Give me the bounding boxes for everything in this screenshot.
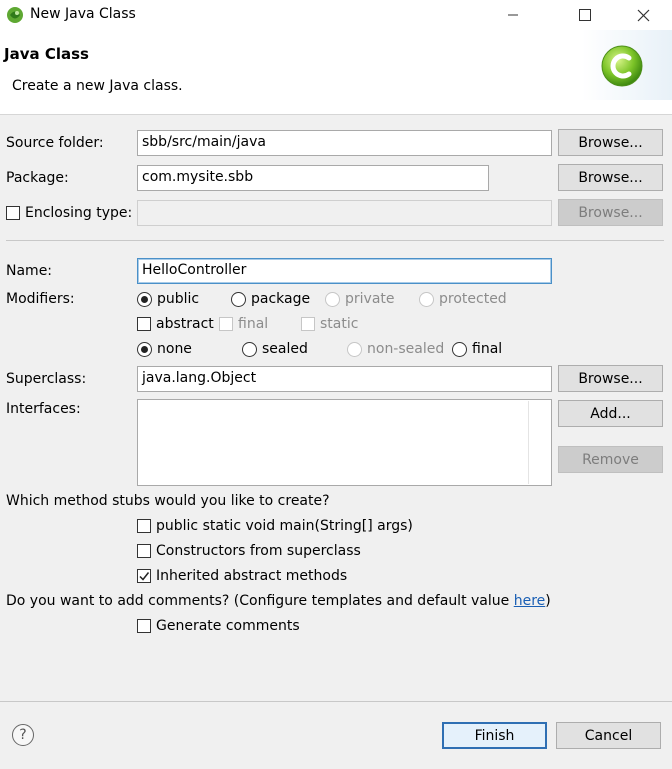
- source-folder-label: Source folder:: [6, 135, 104, 151]
- generate-comments-checkbox[interactable]: Generate comments: [137, 618, 300, 634]
- comments-question-close: ): [545, 593, 551, 609]
- checkbox-label: public static void main(String[] args): [156, 518, 413, 534]
- close-icon[interactable]: [620, 0, 666, 30]
- radio-label: private: [345, 291, 395, 307]
- modifier-abstract-checkbox[interactable]: abstract: [137, 316, 214, 332]
- modifier-static-checkbox: static: [301, 316, 358, 332]
- configure-templates-link[interactable]: here: [514, 593, 546, 609]
- stub-main-checkbox[interactable]: public static void main(String[] args): [137, 518, 413, 534]
- name-field[interactable]: HelloController: [137, 258, 552, 284]
- checkbox-box: [301, 317, 315, 331]
- radio-indicator: [325, 291, 340, 307]
- minimize-icon[interactable]: [490, 0, 536, 30]
- checkbox-box[interactable]: [137, 619, 151, 633]
- checkbox-box[interactable]: [137, 519, 151, 533]
- checkbox-label: Constructors from superclass: [156, 543, 361, 559]
- modifier-protected-radio: protected: [419, 291, 507, 307]
- radio-label: sealed: [262, 341, 308, 357]
- modifier-private-radio: private: [325, 291, 395, 307]
- package-field[interactable]: com.mysite.sbb: [137, 165, 489, 191]
- radio-label: public: [157, 291, 200, 307]
- eclipse-app-icon: [7, 7, 23, 23]
- superclass-label: Superclass:: [6, 371, 87, 387]
- sealing-final-radio[interactable]: final: [452, 341, 502, 357]
- enclosing-type-field: [137, 200, 552, 226]
- radio-label: non-sealed: [367, 341, 445, 357]
- source-folder-field[interactable]: sbb/src/main/java: [137, 130, 552, 156]
- checkbox-label: Generate comments: [156, 618, 300, 634]
- comments-question: Do you want to add comments? (Configure …: [6, 593, 551, 609]
- maximize-icon[interactable]: [562, 0, 608, 30]
- separator: [6, 240, 664, 241]
- radio-label: none: [157, 341, 192, 357]
- cancel-button[interactable]: Cancel: [556, 722, 661, 749]
- checkbox-label: static: [320, 316, 359, 332]
- window-title: New Java Class: [30, 6, 136, 22]
- checkmark-icon: [139, 572, 150, 581]
- checkbox-box[interactable]: [137, 544, 151, 558]
- name-label: Name:: [6, 263, 53, 279]
- radio-indicator[interactable]: [137, 291, 152, 307]
- radio-label: protected: [439, 291, 507, 307]
- radio-indicator[interactable]: [137, 341, 152, 357]
- finish-button[interactable]: Finish: [442, 722, 547, 749]
- java-class-logo-icon: [601, 45, 643, 87]
- checkbox-box: [219, 317, 233, 331]
- checkbox-box[interactable]: [6, 206, 20, 220]
- interfaces-add-button[interactable]: Add...: [558, 400, 663, 427]
- radio-indicator: [347, 341, 362, 357]
- help-icon[interactable]: ?: [12, 724, 34, 746]
- radio-indicator: [419, 291, 434, 307]
- wizard-header: Java Class Create a new Java class.: [0, 30, 672, 115]
- sealing-none-radio[interactable]: none: [137, 341, 192, 357]
- enclosing-type-browse-button: Browse...: [558, 199, 663, 226]
- package-label: Package:: [6, 170, 69, 186]
- method-stubs-question: Which method stubs would you like to cre…: [6, 493, 330, 509]
- interfaces-label: Interfaces:: [6, 401, 81, 417]
- page-title: Java Class: [4, 45, 89, 63]
- source-folder-browse-button[interactable]: Browse...: [558, 129, 663, 156]
- radio-indicator[interactable]: [242, 341, 257, 357]
- stub-constructors-checkbox[interactable]: Constructors from superclass: [137, 543, 361, 559]
- modifiers-label: Modifiers:: [6, 291, 75, 307]
- sealing-sealed-radio[interactable]: sealed: [242, 341, 308, 357]
- checkbox-label: abstract: [156, 316, 214, 332]
- radio-label: final: [472, 341, 503, 357]
- list-divider: [528, 401, 529, 484]
- checkbox-label: final: [238, 316, 269, 332]
- checkbox-box[interactable]: [137, 317, 151, 331]
- radio-indicator[interactable]: [231, 291, 246, 307]
- modifier-final-checkbox: final: [219, 316, 268, 332]
- footer-separator: [0, 701, 672, 702]
- superclass-browse-button[interactable]: Browse...: [558, 365, 663, 392]
- checkbox-label: Inherited abstract methods: [156, 568, 348, 584]
- modifier-package-radio[interactable]: package: [231, 291, 310, 307]
- comments-question-text: Do you want to add comments? (Configure …: [6, 593, 514, 609]
- radio-label: package: [251, 291, 311, 307]
- sealing-non-sealed-radio: non-sealed: [347, 341, 444, 357]
- interfaces-list[interactable]: [137, 399, 552, 486]
- modifier-public-radio[interactable]: public: [137, 291, 199, 307]
- page-description: Create a new Java class.: [12, 78, 183, 94]
- enclosing-type-checkbox[interactable]: Enclosing type:: [6, 205, 132, 221]
- radio-indicator[interactable]: [452, 341, 467, 357]
- interfaces-remove-button: Remove: [558, 446, 663, 473]
- package-browse-button[interactable]: Browse...: [558, 164, 663, 191]
- enclosing-type-label: Enclosing type:: [25, 205, 133, 221]
- checkbox-box[interactable]: [137, 569, 151, 583]
- stub-inherited-checkbox[interactable]: Inherited abstract methods: [137, 568, 347, 584]
- title-bar: New Java Class: [0, 0, 672, 30]
- superclass-field[interactable]: java.lang.Object: [137, 366, 552, 392]
